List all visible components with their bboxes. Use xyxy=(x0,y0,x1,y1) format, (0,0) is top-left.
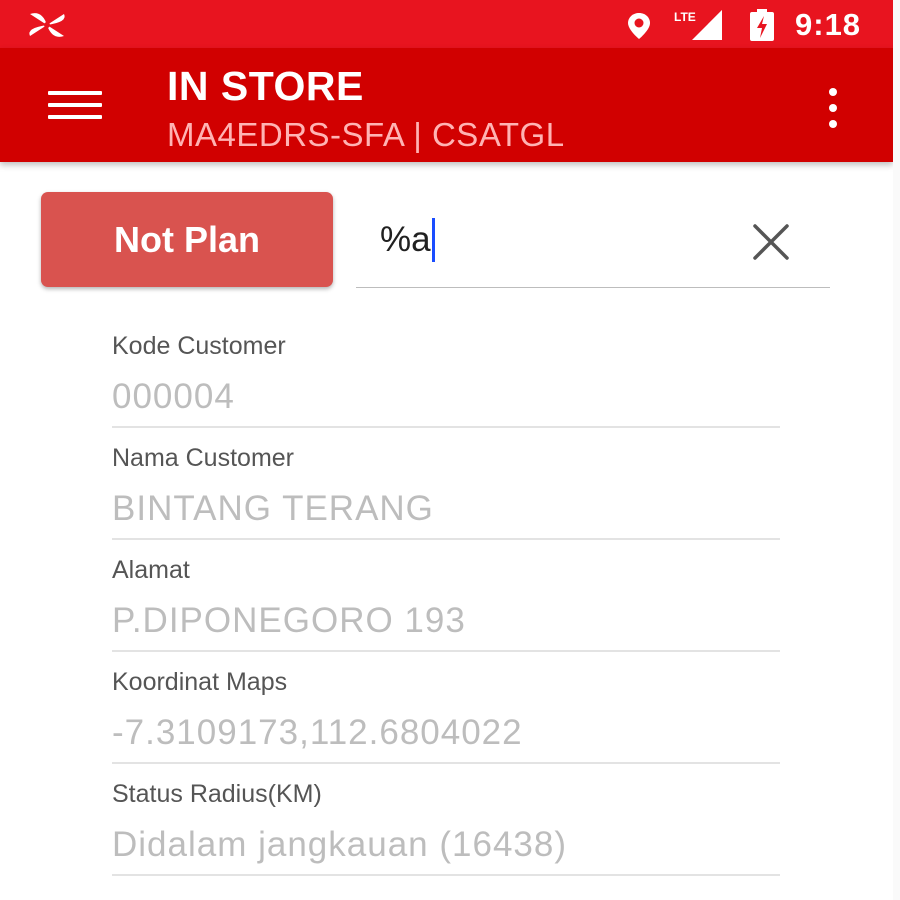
overflow-menu-icon[interactable] xyxy=(822,88,844,128)
field-divider xyxy=(112,650,780,652)
field-koordinat-maps: Koordinat Maps -7.3109173,112.6804022 xyxy=(112,666,780,778)
app-pinwheel-icon xyxy=(29,13,65,37)
status-clock: 9:18 xyxy=(795,7,862,42)
field-value: 000004 xyxy=(112,377,235,416)
field-label: Status Radius(KM) xyxy=(112,780,322,808)
app-screen: LTE 9:18 IN STORE MA4EDRS-SFA | CSATGL N… xyxy=(0,0,893,900)
field-value: -7.3109173,112.6804022 xyxy=(112,713,523,752)
search-input-value: %a xyxy=(380,220,431,259)
text-cursor xyxy=(431,218,435,262)
field-label: Koordinat Maps xyxy=(112,668,288,696)
page-title: IN STORE xyxy=(167,63,364,109)
app-bar: IN STORE MA4EDRS-SFA | CSATGL xyxy=(0,48,893,162)
close-icon[interactable] xyxy=(751,222,791,262)
field-value: P.DIPONEGORO 193 xyxy=(112,601,466,640)
field-divider xyxy=(112,874,780,876)
field-divider xyxy=(112,426,780,428)
page-subtitle: MA4EDRS-SFA | CSATGL xyxy=(167,116,565,153)
field-value: Didalam jangkauan (16438) xyxy=(112,825,567,864)
screen-edge xyxy=(893,0,900,900)
field-divider xyxy=(112,538,780,540)
status-bar: LTE 9:18 xyxy=(0,0,893,48)
field-label: Alamat xyxy=(112,556,190,584)
field-divider xyxy=(112,762,780,764)
network-label: LTE xyxy=(674,10,696,24)
field-value: BINTANG TERANG xyxy=(112,489,434,528)
hamburger-menu-icon[interactable] xyxy=(48,91,104,121)
field-nama-customer: Nama Customer BINTANG TERANG xyxy=(112,442,780,554)
field-kode-customer: Kode Customer 000004 xyxy=(112,330,780,442)
battery-charging-icon xyxy=(750,9,774,41)
field-label: Nama Customer xyxy=(112,444,294,472)
not-plan-button[interactable]: Not Plan xyxy=(41,192,333,287)
field-status-radius: Status Radius(KM) Didalam jangkauan (164… xyxy=(112,778,780,890)
field-alamat: Alamat P.DIPONEGORO 193 xyxy=(112,554,780,666)
location-pin-icon xyxy=(628,13,650,39)
search-input[interactable]: %a xyxy=(356,200,830,288)
field-label: Kode Customer xyxy=(112,332,286,360)
lte-signal-icon: LTE xyxy=(674,10,722,40)
